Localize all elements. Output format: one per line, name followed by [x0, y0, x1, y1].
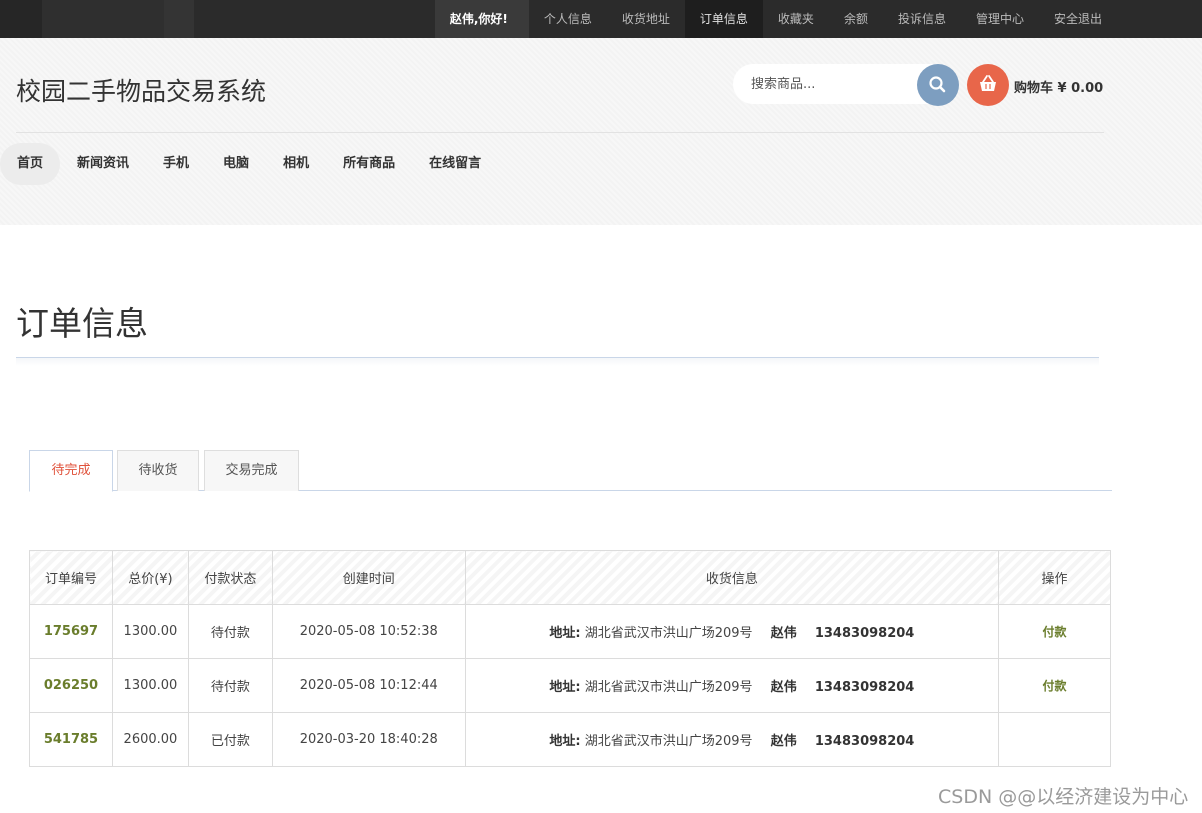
address-text: 湖北省武汉市洪山广场209号	[584, 626, 753, 641]
recipient-phone: 13483098204	[814, 680, 915, 695]
topnav-item-logout[interactable]: 安全退出	[1039, 0, 1117, 38]
cart-total[interactable]: 购物车 ¥ 0.00	[1014, 77, 1103, 96]
column-header-payment-status: 付款状态	[187, 550, 273, 605]
address-label: 地址:	[549, 734, 581, 749]
topnav-item-balance[interactable]: 余额	[829, 0, 883, 38]
topnav-item-complaints[interactable]: 投诉信息	[883, 0, 961, 38]
payment-status: 待付款	[187, 658, 273, 713]
table-row: 541785 2600.00 已付款 2020-03-20 18:40:28 地…	[29, 712, 1111, 767]
order-id[interactable]: 175697	[29, 604, 113, 659]
column-header-created-time: 创建时间	[271, 550, 466, 605]
column-header-total: 总价(¥)	[111, 550, 189, 605]
tab-awaiting-receipt[interactable]: 待收货	[117, 450, 199, 491]
topnav-item-orders[interactable]: 订单信息	[684, 0, 763, 38]
topnav-item-admin[interactable]: 管理中心	[961, 0, 1039, 38]
basket-icon	[980, 75, 996, 91]
user-greeting: 赵伟,你好!	[434, 0, 529, 38]
nav-item-phones[interactable]: 手机	[146, 143, 206, 185]
order-id[interactable]: 026250	[29, 658, 113, 713]
nav-item-all-products[interactable]: 所有商品	[326, 143, 412, 185]
search-icon	[929, 76, 946, 93]
recipient-name: 赵伟	[770, 680, 797, 695]
top-nav: 赵伟,你好! 个人信息 收货地址 订单信息 收藏夹 余额 投诉信息 管理中心 安…	[434, 0, 1117, 38]
created-time: 2020-05-08 10:52:38	[271, 604, 466, 659]
topnav-item-favorites[interactable]: 收藏夹	[763, 0, 829, 38]
recipient-phone: 13483098204	[814, 626, 915, 641]
order-tabs: 待完成 待收货 交易完成	[29, 450, 1112, 492]
tab-completed[interactable]: 交易完成	[204, 450, 299, 491]
order-total: 1300.00	[111, 658, 189, 713]
site-title: 校园二手物品交易系统	[16, 77, 267, 106]
nav-item-home[interactable]: 首页	[0, 143, 61, 185]
nav-item-computers[interactable]: 电脑	[206, 143, 266, 185]
address-text: 湖北省武汉市洪山广场209号	[584, 734, 753, 749]
top-bar: 赵伟,你好! 个人信息 收货地址 订单信息 收藏夹 余额 投诉信息 管理中心 安…	[0, 0, 1202, 38]
title-divider-shadow	[16, 358, 1099, 366]
column-header-shipping-info: 收货信息	[464, 550, 1000, 605]
table-row: 175697 1300.00 待付款 2020-05-08 10:52:38 地…	[29, 604, 1111, 659]
table-header-row: 订单编号 总价(¥) 付款状态 创建时间 收货信息 操作	[29, 550, 1111, 605]
orders-table: 订单编号 总价(¥) 付款状态 创建时间 收货信息 操作 175697 1300…	[29, 550, 1111, 767]
column-header-order-id: 订单编号	[29, 550, 113, 605]
order-total: 2600.00	[111, 712, 189, 767]
nav-item-cameras[interactable]: 相机	[266, 143, 326, 185]
watermark: CSDN @@以经济建设为中心	[938, 786, 1189, 808]
payment-status: 待付款	[187, 604, 273, 659]
recipient-name: 赵伟	[770, 626, 797, 641]
search-button[interactable]	[917, 64, 959, 106]
nav-item-news[interactable]: 新闻资讯	[60, 143, 146, 185]
address-label: 地址:	[549, 680, 581, 695]
order-id[interactable]: 541785	[29, 712, 113, 767]
topnav-item-address[interactable]: 收货地址	[607, 0, 685, 38]
header-divider	[16, 132, 1104, 133]
topbar-decoration	[42, 0, 164, 38]
recipient-name: 赵伟	[770, 734, 797, 749]
nav-item-messages[interactable]: 在线留言	[412, 143, 498, 185]
pay-button[interactable]: 付款	[998, 658, 1111, 713]
created-time: 2020-05-08 10:12:44	[271, 658, 466, 713]
topnav-item-profile[interactable]: 个人信息	[529, 0, 607, 38]
address-text: 湖北省武汉市洪山广场209号	[584, 680, 753, 695]
tab-pending[interactable]: 待完成	[29, 450, 113, 492]
created-time: 2020-03-20 18:40:28	[271, 712, 466, 767]
search-input[interactable]	[751, 75, 901, 93]
topbar-decoration	[0, 0, 42, 38]
table-row: 026250 1300.00 待付款 2020-05-08 10:12:44 地…	[29, 658, 1111, 713]
address-label: 地址:	[549, 626, 581, 641]
shipping-info: 地址: 湖北省武汉市洪山广场209号 赵伟 13483098204	[464, 658, 1000, 713]
shipping-info: 地址: 湖北省武汉市洪山广场209号 赵伟 13483098204	[464, 712, 1000, 767]
cart-button[interactable]	[967, 64, 1009, 106]
page-title: 订单信息	[16, 304, 148, 343]
column-header-actions: 操作	[998, 550, 1111, 605]
main-nav: 首页 新闻资讯 手机 电脑 相机 所有商品 在线留言	[0, 143, 498, 185]
action-cell	[998, 712, 1111, 767]
site-header: 校园二手物品交易系统 购物车 ¥ 0.00 首页 新闻资讯 手机 电脑 相机 所…	[0, 38, 1202, 225]
recipient-phone: 13483098204	[814, 734, 915, 749]
payment-status: 已付款	[187, 712, 273, 767]
pay-button[interactable]: 付款	[998, 604, 1111, 659]
topbar-decoration	[164, 0, 194, 38]
order-total: 1300.00	[111, 604, 189, 659]
shipping-info: 地址: 湖北省武汉市洪山广场209号 赵伟 13483098204	[464, 604, 1000, 659]
